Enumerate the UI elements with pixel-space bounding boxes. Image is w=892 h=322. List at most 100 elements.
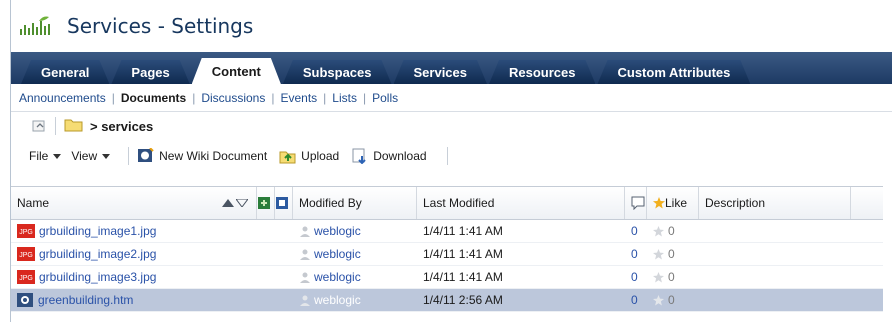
subnav-events[interactable]: Events <box>280 91 317 105</box>
sort-controls[interactable] <box>222 199 248 207</box>
column-description[interactable]: Description <box>699 187 851 219</box>
comments-count[interactable]: 0 <box>625 266 647 288</box>
sync-status-icon <box>258 197 270 209</box>
modified-by-cell: weblogic <box>293 220 417 242</box>
tab-label: General <box>41 64 90 80</box>
star-icon[interactable] <box>653 225 664 237</box>
column-like[interactable]: Like <box>647 187 699 219</box>
comment-icon <box>631 196 645 210</box>
divider <box>128 147 130 165</box>
tab-pages[interactable]: Pages <box>111 60 189 84</box>
document-name[interactable]: greenbuilding.htm <box>38 293 133 307</box>
upload-icon <box>279 151 296 164</box>
tab-custom-attributes[interactable]: Custom Attributes <box>597 60 750 84</box>
tab-label: Content <box>211 63 261 79</box>
table-row[interactable]: JPG grbuilding_image3.jpg weblogic 1/4/1… <box>11 266 883 289</box>
user-link[interactable]: weblogic <box>299 270 361 284</box>
star-icon[interactable] <box>653 248 664 260</box>
view-menu-label: View <box>71 149 98 163</box>
sort-descending-icon[interactable] <box>236 199 248 207</box>
star-icon[interactable] <box>653 294 664 306</box>
divider <box>55 117 56 135</box>
tab-services[interactable]: Services <box>394 60 488 84</box>
tab-label: Pages <box>131 64 170 80</box>
column-sync-status[interactable] <box>257 187 275 219</box>
download-button[interactable]: Download <box>351 148 427 164</box>
subnav-separator: | <box>192 90 196 105</box>
new-wiki-document-icon <box>138 148 154 162</box>
document-type-cell <box>275 220 293 242</box>
modified-by-cell: weblogic <box>293 289 417 311</box>
column-name[interactable]: Name <box>11 187 257 219</box>
likes-count: 0 <box>668 247 675 261</box>
user-link[interactable]: weblogic <box>299 247 361 261</box>
last-modified-cell: 1/4/11 2:56 AM <box>423 293 503 307</box>
upload-button[interactable]: Upload <box>279 148 339 164</box>
breadcrumb-path[interactable]: > services <box>90 119 153 134</box>
comments-count[interactable]: 0 <box>625 243 647 265</box>
file-menu[interactable]: File <box>29 149 62 163</box>
comments-count[interactable]: 0 <box>625 220 647 242</box>
like-cell: 0 <box>647 220 699 242</box>
tab-strip: General Pages Content Subspaces Services… <box>11 52 892 84</box>
star-icon <box>653 197 665 209</box>
sort-ascending-icon[interactable] <box>222 199 234 207</box>
last-modified-cell: 1/4/11 1:41 AM <box>423 270 503 284</box>
comments-count[interactable]: 0 <box>625 289 647 311</box>
modified-by-cell: weblogic <box>293 243 417 265</box>
table-row[interactable]: JPG grbuilding_image2.jpg weblogic 1/4/1… <box>11 243 883 266</box>
up-folder-icon[interactable] <box>31 118 47 134</box>
document-name[interactable]: grbuilding_image2.jpg <box>39 247 156 261</box>
table-row-selected[interactable]: greenbuilding.htm weblogic 1/4/11 2:56 A… <box>11 289 883 312</box>
column-extra <box>851 187 883 219</box>
column-last-modified[interactable]: Last Modified <box>417 187 625 219</box>
sync-status-cell <box>257 220 275 242</box>
column-document-type[interactable] <box>275 187 293 219</box>
svg-text:JPG: JPG <box>19 229 33 236</box>
subnav-announcements[interactable]: Announcements <box>19 91 106 105</box>
jpg-file-icon: JPG <box>17 270 35 284</box>
new-wiki-document-button[interactable]: New Wiki Document <box>137 148 267 164</box>
star-icon[interactable] <box>653 271 664 283</box>
subnav-polls[interactable]: Polls <box>372 91 398 105</box>
like-cell: 0 <box>647 289 699 311</box>
tab-content[interactable]: Content <box>192 58 281 84</box>
tab-label: Resources <box>509 64 576 80</box>
tab-label: Subspaces <box>302 64 372 80</box>
view-menu[interactable]: View <box>71 149 111 163</box>
table-header: Name Modified By Last Modified Like Desc… <box>11 186 883 220</box>
column-comments[interactable] <box>625 187 647 219</box>
user-link[interactable]: weblogic <box>299 293 361 307</box>
subnav-lists[interactable]: Lists <box>332 91 357 105</box>
name-cell: JPG grbuilding_image1.jpg <box>11 220 257 242</box>
table-row[interactable]: JPG grbuilding_image1.jpg weblogic 1/4/1… <box>11 220 883 243</box>
user-icon <box>300 295 310 306</box>
chevron-down-icon <box>102 153 111 159</box>
download-icon <box>352 148 366 164</box>
tab-label: Services <box>413 64 467 80</box>
tab-resources[interactable]: Resources <box>489 60 595 84</box>
like-cell: 0 <box>647 243 699 265</box>
like-cell: 0 <box>647 266 699 288</box>
column-like-label: Like <box>665 196 688 210</box>
page-title: Services - Settings <box>67 14 254 38</box>
sync-status-cell <box>257 289 275 311</box>
new-wiki-document-label: New Wiki Document <box>159 149 268 163</box>
subnav-documents[interactable]: Documents <box>121 91 186 105</box>
title-bar: Services - Settings <box>11 0 892 52</box>
user-link[interactable]: weblogic <box>299 224 361 238</box>
user-icon <box>300 272 310 283</box>
column-modified-by[interactable]: Modified By <box>293 187 417 219</box>
document-name[interactable]: grbuilding_image3.jpg <box>39 270 156 284</box>
document-name[interactable]: grbuilding_image1.jpg <box>39 224 156 238</box>
tab-subspaces[interactable]: Subspaces <box>283 60 392 84</box>
likes-count: 0 <box>668 270 675 284</box>
description-cell <box>699 289 851 311</box>
chevron-down-icon <box>53 153 62 159</box>
description-cell <box>699 266 851 288</box>
subnav-discussions[interactable]: Discussions <box>201 91 265 105</box>
document-type-cell <box>275 266 293 288</box>
tab-general[interactable]: General <box>21 60 109 84</box>
modified-by-cell: weblogic <box>293 266 417 288</box>
last-modified-cell: 1/4/11 1:41 AM <box>423 224 503 238</box>
